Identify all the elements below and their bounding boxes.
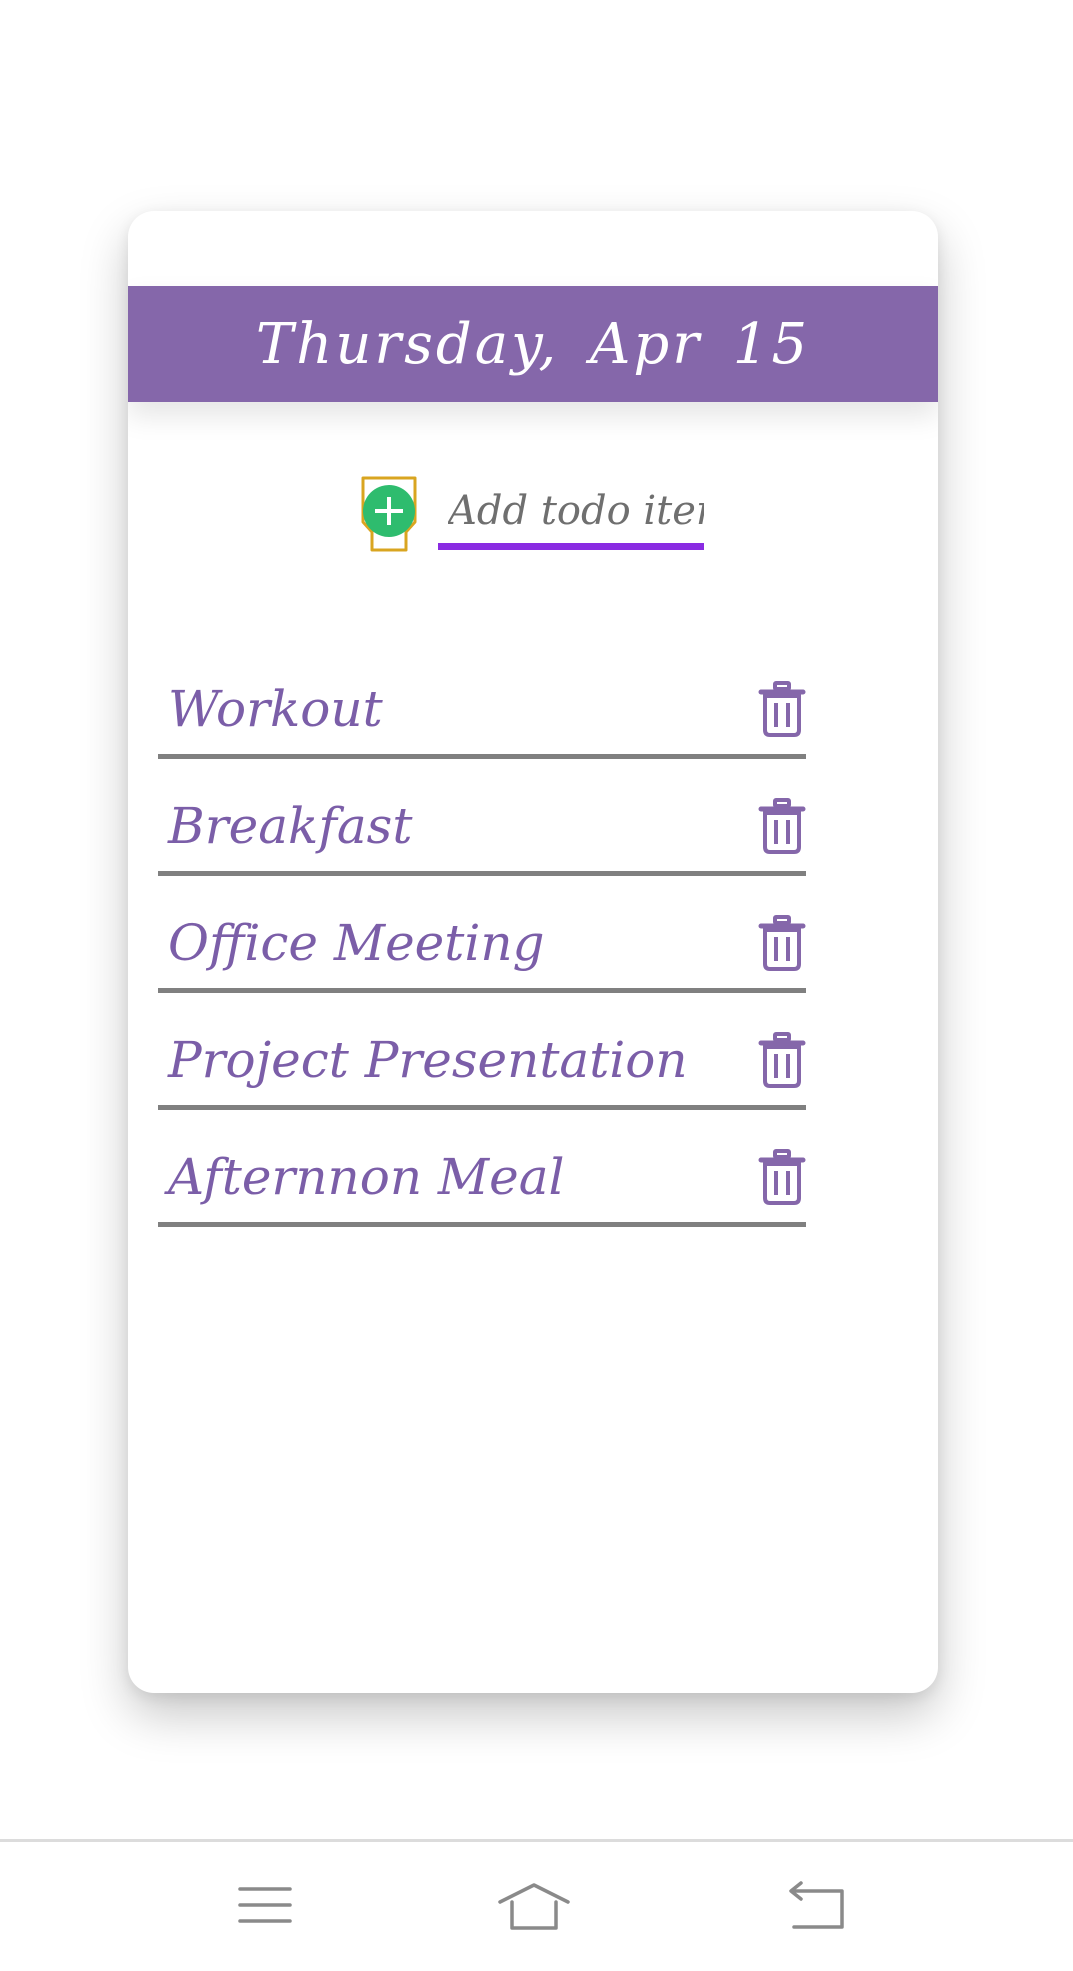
delete-todo-button[interactable]	[758, 681, 806, 737]
add-todo-row	[360, 476, 720, 566]
trash-icon	[758, 798, 806, 854]
add-todo-button[interactable]	[360, 476, 418, 552]
trash-icon	[758, 1032, 806, 1088]
menu-icon	[238, 1887, 292, 1923]
trash-icon	[758, 1149, 806, 1205]
todo-label: Workout	[168, 680, 383, 738]
back-button[interactable]	[774, 1880, 854, 1936]
plus-icon	[361, 476, 417, 552]
delete-todo-button[interactable]	[758, 1149, 806, 1205]
todo-divider	[158, 754, 806, 759]
todo-card: Thursday, Apr 15 Workout	[128, 211, 938, 1693]
menu-button[interactable]	[224, 1880, 304, 1936]
delete-todo-button[interactable]	[758, 798, 806, 854]
add-todo-input[interactable]	[438, 486, 704, 536]
trash-icon	[758, 681, 806, 737]
todo-item-afternoon-meal[interactable]: Afternnon Meal	[158, 1124, 806, 1241]
todo-item-project-presentation[interactable]: Project Presentation	[158, 1007, 806, 1124]
todo-label: Afternnon Meal	[168, 1148, 565, 1206]
delete-todo-button[interactable]	[758, 915, 806, 971]
todo-divider	[158, 1222, 806, 1227]
delete-todo-button[interactable]	[758, 1032, 806, 1088]
date-header: Thursday, Apr 15	[128, 286, 938, 402]
add-todo-underline	[438, 543, 704, 550]
back-icon	[789, 1881, 844, 1929]
todo-divider	[158, 1105, 806, 1110]
todo-item-breakfast[interactable]: Breakfast	[158, 773, 806, 890]
todo-item-workout[interactable]: Workout	[158, 656, 806, 773]
date-title: Thursday, Apr 15	[255, 311, 811, 377]
todo-label: Office Meeting	[168, 914, 545, 972]
todo-item-office-meeting[interactable]: Office Meeting	[158, 890, 806, 1007]
todo-divider	[158, 871, 806, 876]
todo-label: Breakfast	[168, 797, 413, 855]
todo-list: Workout Breakfast Office Meeting Project…	[158, 656, 806, 1241]
todo-label: Project Presentation	[168, 1031, 688, 1089]
trash-icon	[758, 915, 806, 971]
home-button[interactable]	[494, 1880, 574, 1936]
home-icon	[498, 1883, 570, 1930]
system-navigation-bar	[0, 1839, 1073, 1971]
todo-divider	[158, 988, 806, 993]
